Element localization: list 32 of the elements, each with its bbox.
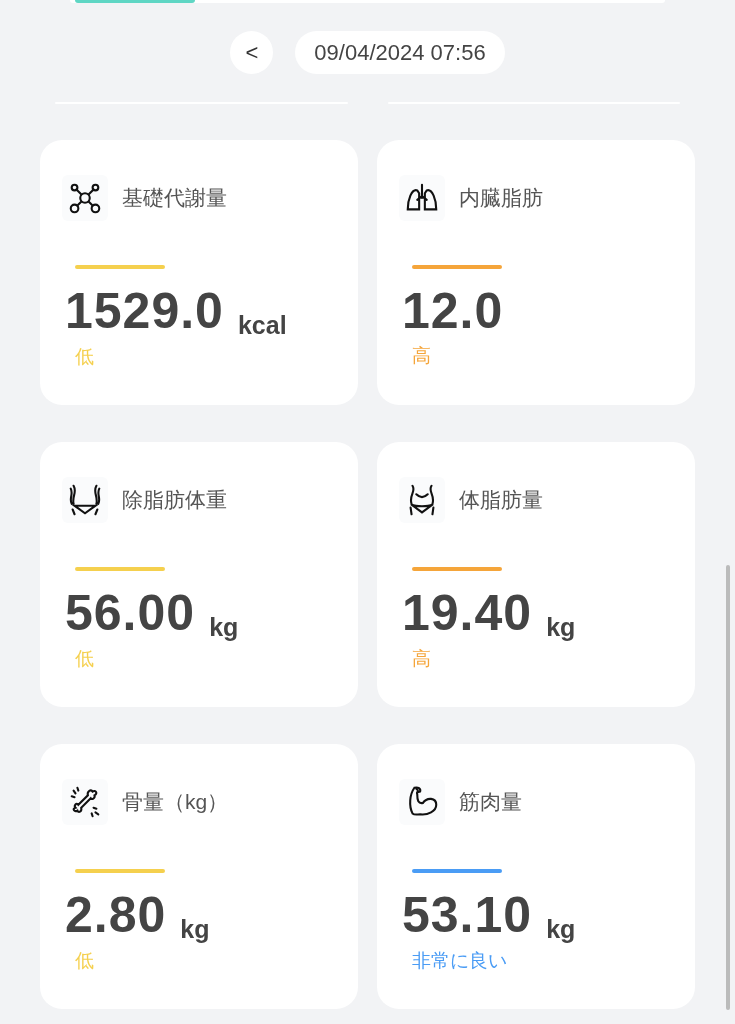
metric-value: 12.0 [402,285,504,338]
metric-unit: kg [209,612,239,643]
status-label: 高 [412,343,432,368]
metric-unit: kg [546,914,576,945]
metric-title: 内臓脂肪 [459,185,543,212]
metric-unit: kg [546,612,576,643]
status-label: 高 [412,646,432,671]
metric-title: 体脂肪量 [459,487,543,514]
metric-card[interactable]: 除脂肪体重 56.00 kg 低 [40,442,358,707]
metric-unit: kcal [237,310,287,341]
status-label: 非常に良い [412,948,508,973]
metric-unit: kg [180,914,210,945]
metric-value: 1529.0 [65,285,224,338]
metric-title: 筋肉量 [459,789,522,816]
metric-title: 基礎代謝量 [122,185,227,212]
metric-card[interactable]: 体脂肪量 19.40 kg 高 [377,442,695,707]
date-time-pill[interactable]: 09/04/2024 07:56 [295,31,505,74]
metric-card[interactable]: 内臓脂肪 12.0 高 [377,140,695,405]
metric-card[interactable]: 骨量（kg） 2.80 kg 低 [40,744,358,1009]
metric-value: 53.10 [402,889,533,942]
metric-title: 除脂肪体重 [122,487,227,514]
scrollbar[interactable] [726,565,730,1010]
metric-value: 56.00 [65,587,196,640]
metric-card[interactable]: 筋肉量 53.10 kg 非常に良い [377,744,695,1009]
metric-title: 骨量（kg） [122,789,229,816]
status-label: 低 [75,344,95,369]
back-button[interactable]: < [230,31,274,74]
metric-value: 2.80 [65,889,167,942]
status-label: 低 [75,646,95,671]
status-label: 低 [75,948,95,973]
metric-card[interactable]: 基礎代謝量 1529.0 kcal 低 [40,140,358,405]
metric-value: 19.40 [402,587,533,640]
